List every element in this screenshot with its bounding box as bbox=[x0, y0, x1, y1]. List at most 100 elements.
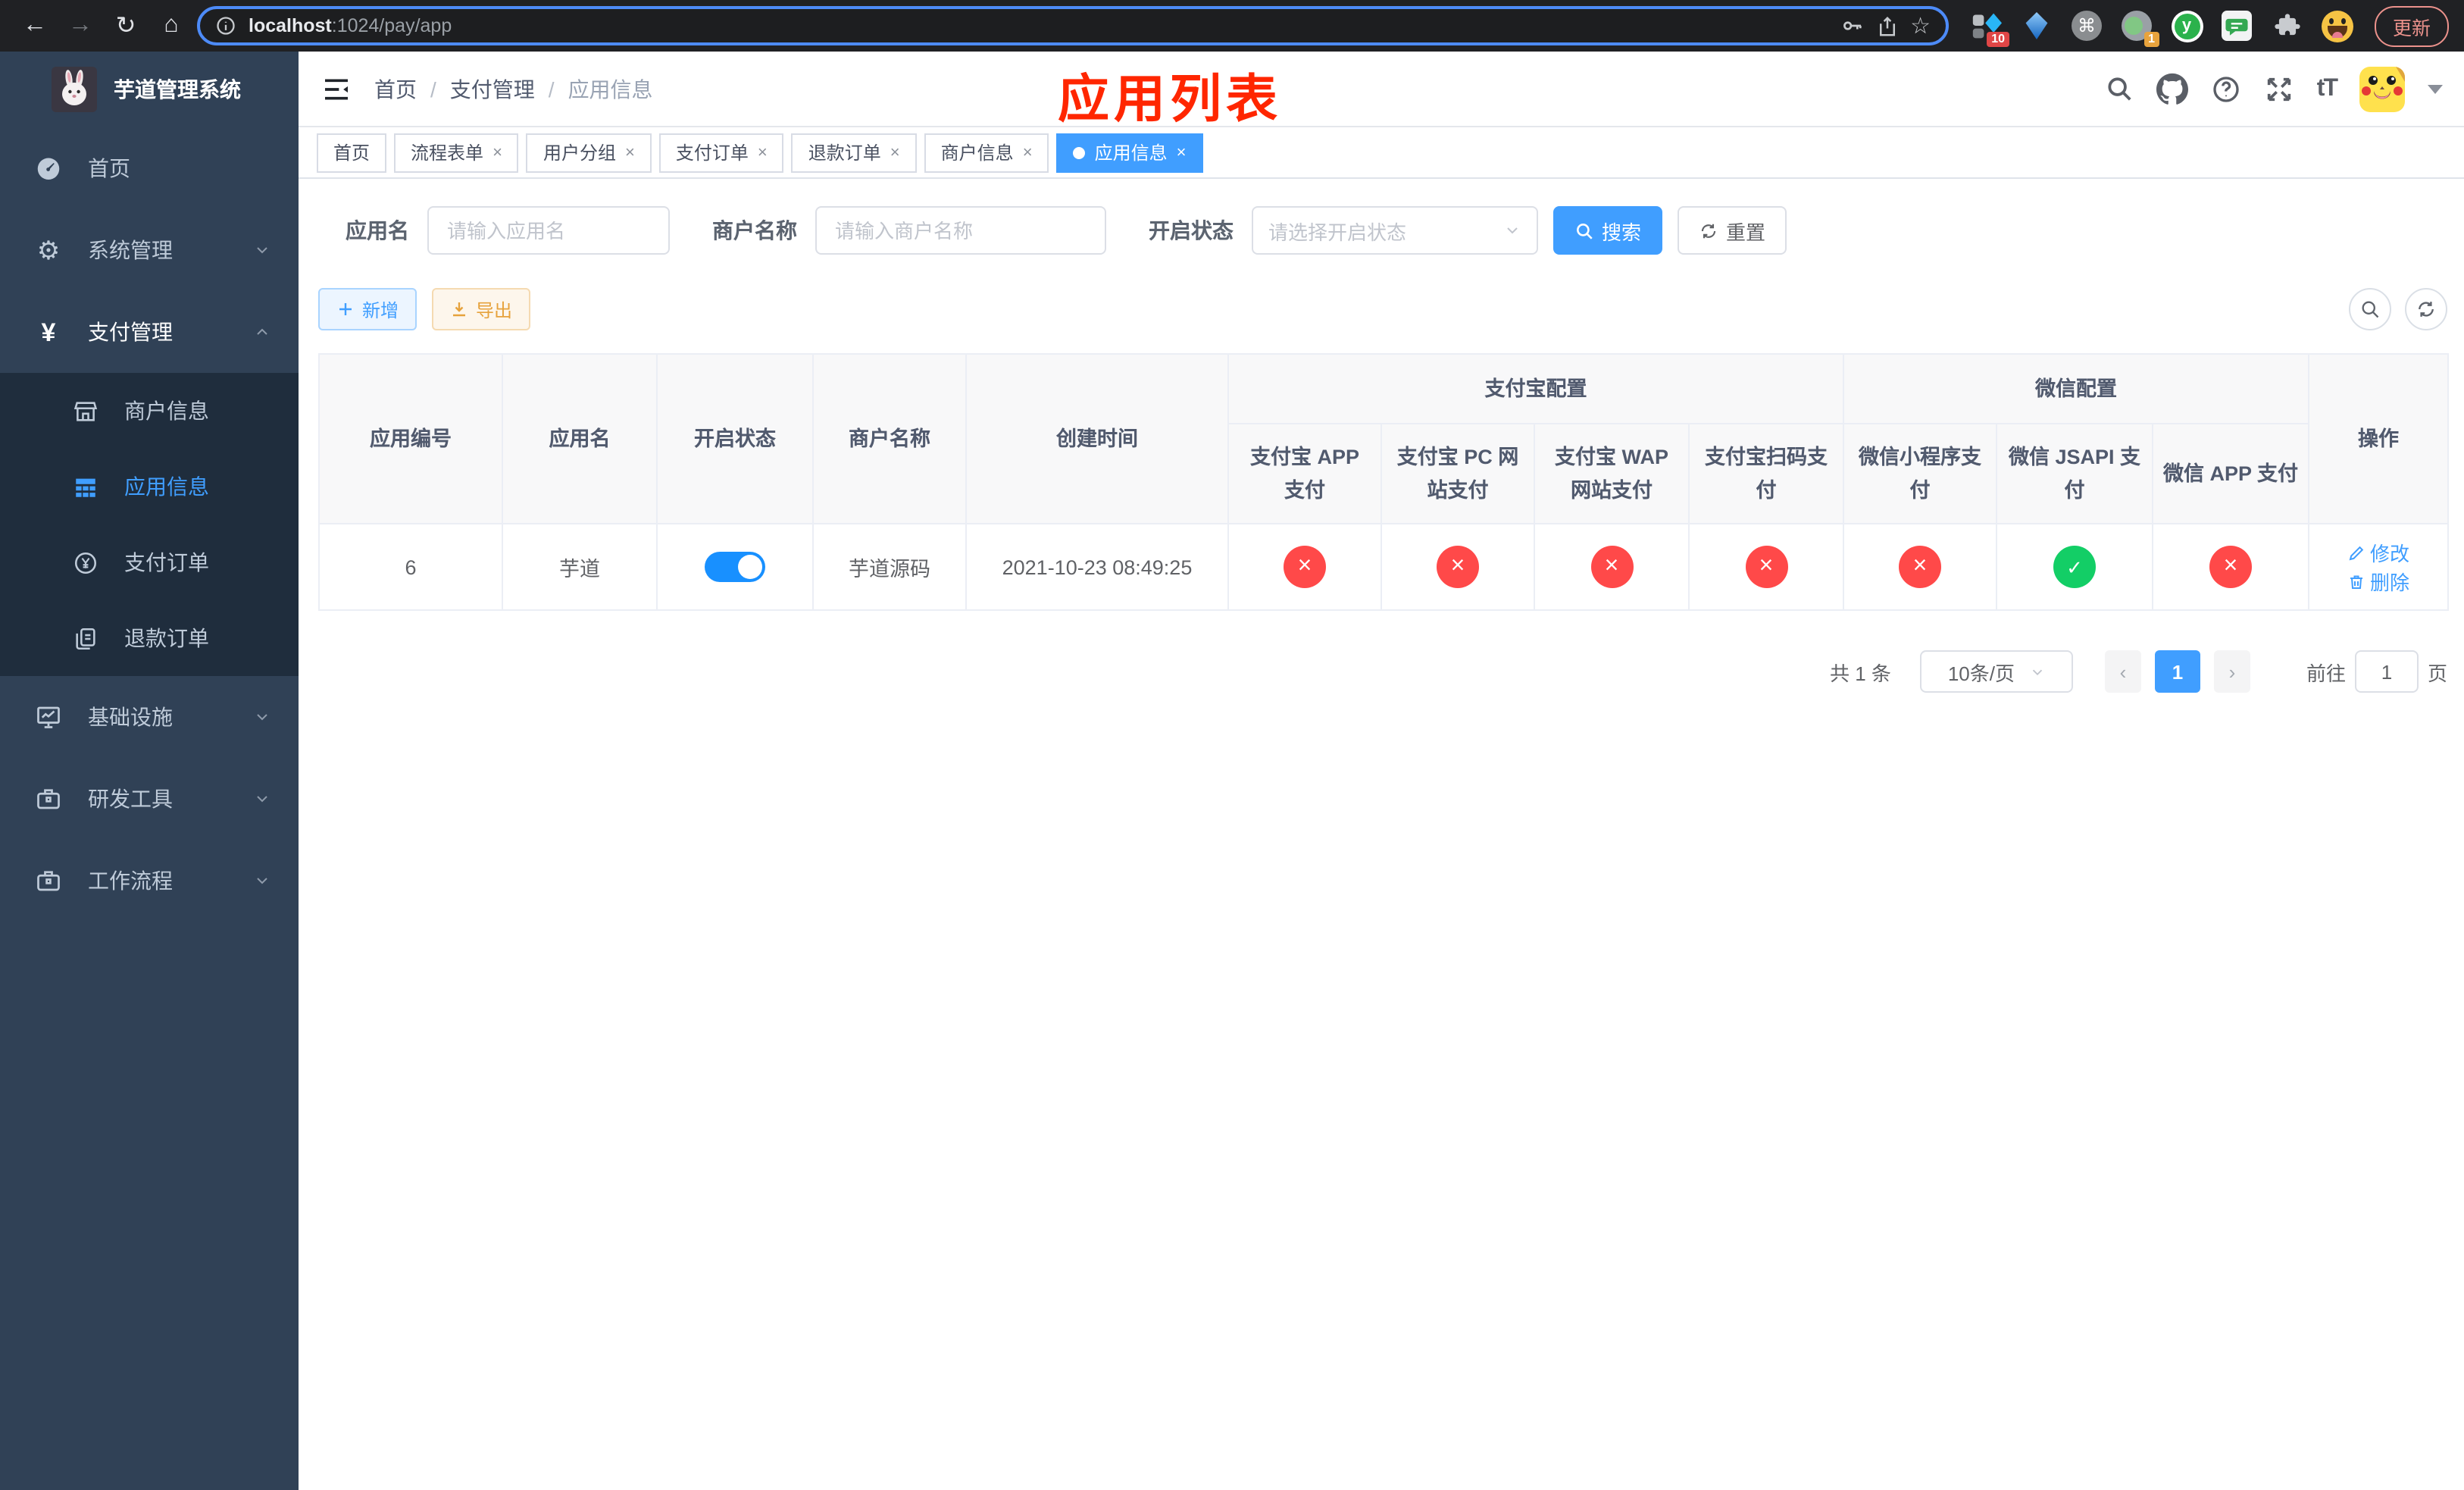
extension-chat-icon[interactable] bbox=[2220, 9, 2253, 42]
prev-page-button[interactable]: ‹ bbox=[2104, 650, 2141, 693]
status-select[interactable]: 请选择开启状态 bbox=[1252, 206, 1538, 255]
font-size-icon[interactable]: tT bbox=[2317, 75, 2338, 102]
tab-close-icon[interactable]: × bbox=[492, 143, 502, 161]
page-size-select[interactable]: 10条/页 bbox=[1919, 650, 2073, 693]
extension-tiles-icon[interactable]: 10 bbox=[1970, 9, 2009, 47]
extension-command-icon[interactable]: ⌘ bbox=[2070, 9, 2103, 42]
tab-close-icon[interactable]: × bbox=[1023, 143, 1033, 161]
tab-refund-order[interactable]: 退款订单 × bbox=[791, 133, 917, 172]
app-title: 芋道管理系统 bbox=[114, 77, 241, 102]
tab-close-icon[interactable]: × bbox=[1177, 143, 1187, 161]
extension-badge: 1 bbox=[2143, 32, 2159, 47]
briefcase-icon bbox=[32, 867, 65, 894]
tab-home[interactable]: 首页 bbox=[317, 133, 387, 172]
next-page-button[interactable]: › bbox=[2213, 650, 2250, 693]
address-bar[interactable]: localhost:1024/pay/app ☆ bbox=[197, 6, 1949, 45]
extensions-puzzle-icon[interactable] bbox=[2270, 9, 2303, 42]
sidebar-item-merchant-info[interactable]: 商户信息 bbox=[0, 373, 299, 449]
sidebar-item-system[interactable]: ⚙ 系统管理 bbox=[0, 209, 299, 291]
col-header-wx-jsapi: 微信 JSAPI 支付 bbox=[1996, 423, 2153, 524]
search-button[interactable]: 搜索 bbox=[1553, 206, 1663, 255]
tab-close-icon[interactable]: × bbox=[625, 143, 635, 161]
extension-kite-icon[interactable] bbox=[2020, 9, 2053, 42]
share-icon[interactable] bbox=[1875, 14, 1898, 37]
sidebar-item-refund-order[interactable]: 退款订单 bbox=[0, 600, 299, 676]
browser-home-button[interactable]: ⌂ bbox=[152, 6, 191, 45]
help-icon[interactable] bbox=[2211, 74, 2241, 104]
tab-user-group[interactable]: 用户分组 × bbox=[526, 133, 652, 172]
breadcrumb-home[interactable]: 首页 bbox=[374, 74, 417, 104]
documents-icon bbox=[68, 625, 102, 651]
sidebar-item-infrastructure[interactable]: 基础设施 bbox=[0, 676, 299, 758]
tab-merchant-info[interactable]: 商户信息 × bbox=[924, 133, 1049, 172]
pencil-icon bbox=[2349, 545, 2364, 560]
browser-forward-button[interactable]: → bbox=[61, 6, 100, 45]
sidebar: 芋道管理系统 首页 ⚙ 系统管理 ¥ 支付管理 商户信息 应用信息 支付订单 退… bbox=[0, 52, 299, 1490]
extension-y-icon[interactable]: y bbox=[2170, 9, 2203, 42]
col-group-wechat: 微信配置 bbox=[1842, 353, 2310, 424]
status-select-placeholder: 请选择开启状态 bbox=[1268, 221, 1407, 243]
goto-page-input[interactable] bbox=[2354, 650, 2419, 693]
command-glyph: ⌘ bbox=[2078, 15, 2096, 36]
browser-reload-button[interactable]: ↻ bbox=[106, 6, 145, 45]
app-name-label: 应用名 bbox=[346, 218, 409, 243]
tab-app-info[interactable]: 应用信息 × bbox=[1056, 133, 1203, 172]
merchant-name-input[interactable] bbox=[815, 206, 1106, 255]
sidebar-collapse-icon[interactable] bbox=[308, 60, 365, 117]
tab-pay-order[interactable]: 支付订单 × bbox=[658, 133, 784, 172]
plus-icon bbox=[339, 303, 352, 315]
chevron-down-icon bbox=[253, 872, 271, 890]
tab-close-icon[interactable]: × bbox=[758, 143, 768, 161]
add-button[interactable]: 新增 bbox=[318, 288, 417, 330]
refresh-icon bbox=[2419, 302, 2434, 317]
fullscreen-icon[interactable] bbox=[2264, 74, 2294, 104]
toggle-search-button[interactable] bbox=[2349, 288, 2391, 330]
sidebar-item-dev-tools[interactable]: 研发工具 bbox=[0, 758, 299, 840]
edit-link[interactable]: 修改 bbox=[2347, 538, 2409, 567]
refresh-table-button[interactable] bbox=[2405, 288, 2447, 330]
breadcrumb-payment[interactable]: 支付管理 bbox=[450, 74, 535, 104]
site-info-icon[interactable] bbox=[215, 15, 236, 36]
tab-label: 应用信息 bbox=[1094, 142, 1168, 164]
sidebar-item-payment[interactable]: ¥ 支付管理 bbox=[0, 291, 299, 373]
y-glyph: y bbox=[2174, 13, 2200, 39]
tab-close-icon[interactable]: × bbox=[890, 143, 900, 161]
delete-link[interactable]: 删除 bbox=[2347, 567, 2409, 596]
reset-button[interactable]: 重置 bbox=[1678, 206, 1787, 255]
tab-label: 流程表单 bbox=[411, 142, 484, 164]
user-avatar[interactable] bbox=[2359, 66, 2405, 111]
sidebar-item-pay-order[interactable]: 支付订单 bbox=[0, 524, 299, 600]
password-key-icon[interactable] bbox=[1839, 14, 1863, 38]
sidebar-item-app-info[interactable]: 应用信息 bbox=[0, 449, 299, 524]
chrome-menu-icon[interactable]: ⋮ bbox=[2458, 12, 2464, 39]
cell-created: 2021-10-23 08:49:25 bbox=[965, 523, 1229, 611]
col-group-alipay: 支付宝配置 bbox=[1227, 353, 1844, 424]
extension-strip: 10 ⌘ 1 y bbox=[1970, 9, 2353, 47]
sidebar-item-home[interactable]: 首页 bbox=[0, 127, 299, 209]
page: ← → ↻ ⌂ localhost:1024/pay/app ☆ 10 ⌘ 1 … bbox=[0, 0, 2464, 1490]
storefront-icon bbox=[68, 398, 102, 424]
github-icon[interactable] bbox=[2156, 73, 2188, 105]
profile-emoji-avatar[interactable] bbox=[2320, 9, 2353, 42]
wx-mini-status-icon bbox=[1899, 546, 1941, 588]
extension-target-icon[interactable]: 1 bbox=[2120, 9, 2159, 47]
app-name-input[interactable] bbox=[427, 206, 670, 255]
browser-back-button[interactable]: ← bbox=[15, 6, 55, 45]
dashboard-icon bbox=[32, 155, 65, 182]
page-number-button[interactable]: 1 bbox=[2154, 650, 2200, 693]
yen-icon: ¥ bbox=[41, 318, 56, 346]
status-toggle[interactable] bbox=[705, 552, 765, 582]
header-search-icon[interactable] bbox=[2105, 74, 2134, 103]
download-icon bbox=[453, 302, 466, 317]
col-header-merchant: 商户名称 bbox=[812, 353, 967, 524]
alipay-qr-status-icon bbox=[1745, 546, 1787, 588]
avatar-caret-icon[interactable] bbox=[2428, 84, 2443, 93]
sidebar-item-workflow[interactable]: 工作流程 bbox=[0, 840, 299, 922]
bookmark-star-icon[interactable]: ☆ bbox=[1910, 12, 1931, 39]
merchant-name-label: 商户名称 bbox=[712, 218, 797, 243]
tab-label: 商户信息 bbox=[940, 142, 1014, 164]
tab-label: 支付订单 bbox=[675, 142, 749, 164]
chrome-update-button[interactable]: 更新 bbox=[2375, 5, 2450, 46]
export-button[interactable]: 导出 bbox=[432, 288, 531, 330]
tab-process-form[interactable]: 流程表单 × bbox=[394, 133, 519, 172]
